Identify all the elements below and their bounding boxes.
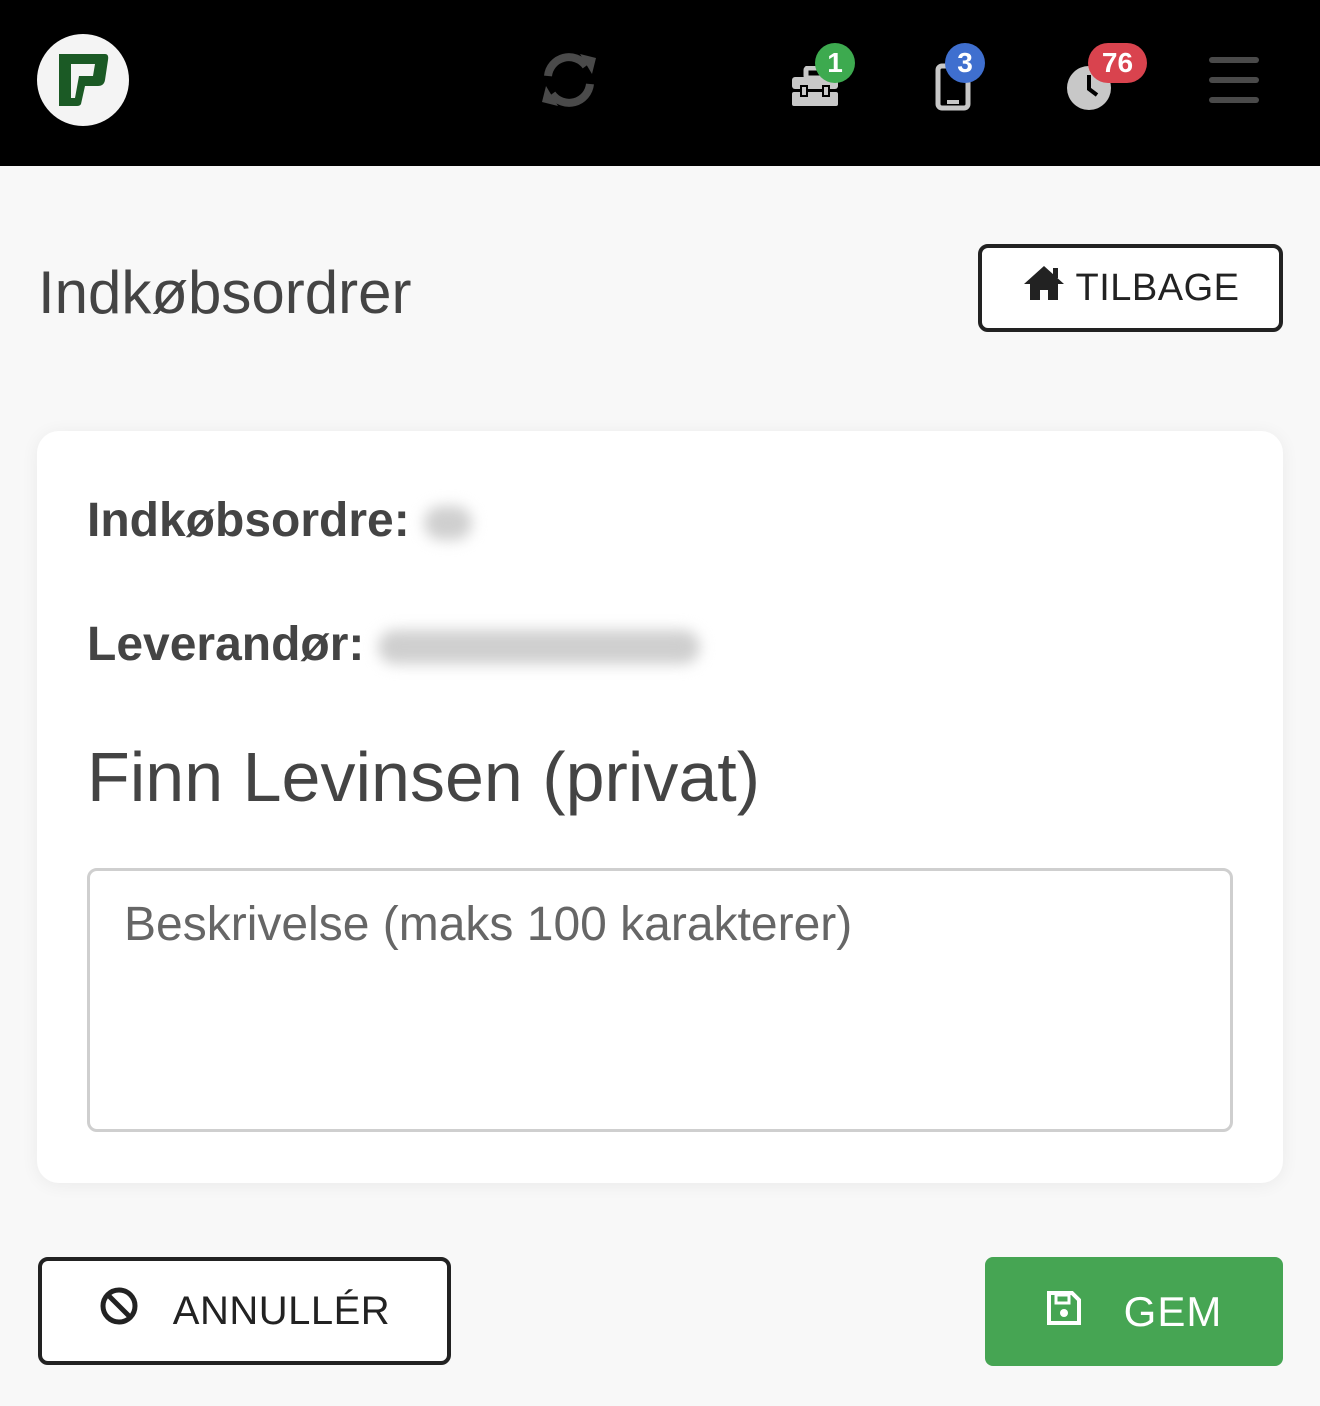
cancel-button[interactable]: ANNULLÉR bbox=[38, 1257, 451, 1365]
order-number-label: Indkøbsordre: bbox=[87, 494, 410, 547]
page-title: Indkøbsordrer bbox=[38, 259, 412, 326]
back-button-label: TILBAGE bbox=[1075, 266, 1240, 309]
save-button[interactable]: GEM bbox=[985, 1257, 1283, 1366]
ban-icon bbox=[99, 1286, 139, 1336]
top-navigation-bar: 1 3 76 bbox=[0, 0, 1320, 166]
supplier-label: Leverandør: bbox=[87, 618, 365, 671]
customer-name: Finn Levinsen (privat) bbox=[87, 738, 761, 816]
supplier-row: Leverandør: bbox=[87, 617, 701, 672]
app-logo-icon[interactable] bbox=[37, 34, 129, 126]
phone-badge: 3 bbox=[945, 43, 985, 83]
home-icon bbox=[1022, 264, 1066, 312]
save-button-label: GEM bbox=[1123, 1287, 1223, 1335]
cancel-button-label: ANNULLÉR bbox=[172, 1288, 391, 1333]
supplier-redacted bbox=[378, 630, 701, 665]
back-button[interactable]: TILBAGE bbox=[978, 244, 1283, 332]
description-field[interactable] bbox=[87, 868, 1233, 1132]
floppy-disk-icon bbox=[1046, 1288, 1082, 1336]
toolbox-badge: 1 bbox=[815, 43, 855, 83]
sync-icon[interactable] bbox=[540, 52, 598, 108]
order-number-redacted bbox=[423, 506, 472, 541]
clock-badge: 76 bbox=[1088, 43, 1147, 83]
order-card: Indkøbsordre: Leverandør: Finn Levinsen … bbox=[37, 431, 1283, 1183]
hamburger-menu-icon[interactable] bbox=[1209, 57, 1259, 103]
order-number-row: Indkøbsordre: bbox=[87, 493, 472, 548]
